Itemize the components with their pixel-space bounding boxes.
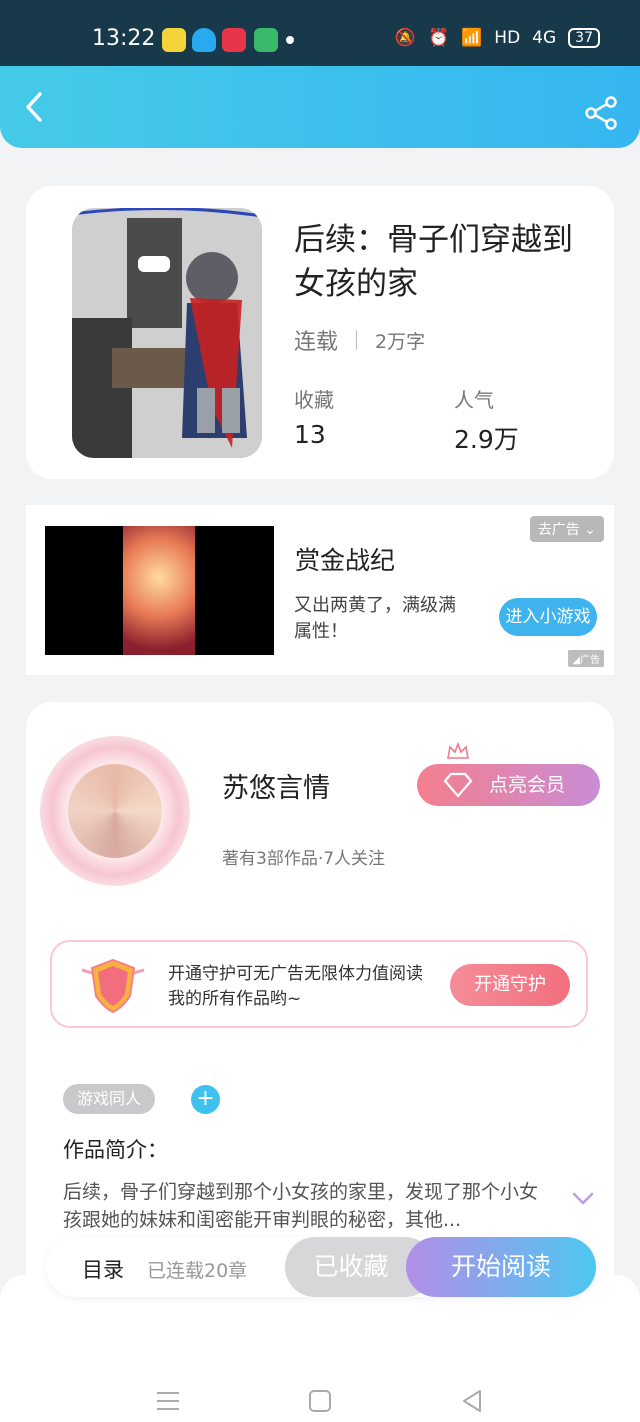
back-icon[interactable] [18,90,52,124]
network-hd-label: HD [494,28,521,48]
battery-icon: 37 [568,28,600,48]
ad-banner[interactable]: 去广告 ⌄ 赏金战纪 又出两黄了，满级满属性！ 进入小游戏 ◢广告 [26,505,614,675]
stat-popularity-value: 2.9万 [454,425,519,454]
book-cover-image[interactable] [72,208,262,458]
qq-icon [192,28,216,52]
activate-vip-button[interactable]: 点亮会员 [417,742,600,806]
remove-ad-label: 去广告 [537,522,580,538]
ad-title: 赏金战纪 [295,546,396,575]
crown-icon [447,742,469,759]
remove-ad-button[interactable]: 去广告 ⌄ [529,516,604,542]
home-nav-icon[interactable] [306,1387,334,1415]
cover-illustration [72,208,262,458]
book-title: 后续：骨子们穿越到女孩的家 [294,222,573,302]
ad-tag-text: 广告 [580,655,600,666]
genre-tag[interactable]: 游戏同人 [63,1084,156,1114]
stat-favorites-value: 13 [294,420,326,449]
guard-banner[interactable]: 开通守护可无广告无限体力值阅读我的所有作品哟~ 开通守护 [50,940,588,1028]
author-avatar[interactable] [40,736,190,886]
guard-description: 开通守护可无广告无限体力值阅读我的所有作品哟~ [168,964,423,1009]
system-nav-bar [0,1275,640,1422]
book-word-count: 2万字 [375,330,426,353]
author-meta: 著有3部作品·7人关注 [222,849,386,869]
diamond-icon [443,772,473,798]
vip-button-label: 点亮会员 [489,774,566,796]
ad-label-tag: ◢广告 [568,650,604,667]
ad-logo-icon: ◢ [572,655,580,666]
avatar-image [68,764,162,858]
signal-label: 4G [532,28,557,48]
menu-nav-icon[interactable] [154,1387,182,1415]
share-icon[interactable] [584,96,618,130]
ad-video-frame [123,526,195,655]
status-bar: 13:22 🔕 ⏰ 📶 HD 4G 37 [0,0,640,72]
stat-favorites-label: 收藏 [294,388,334,412]
wechat-icon [162,28,186,52]
wifi-icon: 📶 [461,28,483,48]
book-info-card: 后续：骨子们穿越到女孩的家 连载 2万字 收藏 13 人气 2.9万 [26,186,614,479]
ad-video[interactable] [45,526,274,655]
stat-popularity-label: 人气 [454,388,494,412]
add-tag-icon[interactable]: + [191,1085,220,1114]
intro-text: 后续，骨子们穿越到那个小女孩的家里，发现了那个小女孩跟她的妹妹和闺密能开审判眼的… [63,1181,539,1231]
book-status: 连载 [294,330,339,355]
activate-guard-button[interactable]: 开通守护 [450,964,570,1006]
chevron-down-icon: ⌄ [584,522,596,538]
alarm-icon: ⏰ [427,28,450,48]
enter-minigame-button[interactable]: 进入小游戏 [499,598,597,636]
intro-heading: 作品简介： [63,1138,168,1162]
header-bar [0,66,640,148]
mute-icon: 🔕 [394,28,416,48]
status-time: 13:22 [92,26,156,51]
book-meta: 连载 2万字 [294,324,425,356]
guard-shield-icon [81,958,145,1014]
start-reading-button[interactable]: 开始阅读 [406,1237,596,1297]
video-app-icon [222,28,246,52]
bottom-action-bar: 目录 已连载20章 已收藏 开始阅读 [46,1237,596,1297]
toc-button[interactable]: 目录 [82,1254,124,1284]
notification-dot-icon [286,36,294,44]
green-app-icon [254,28,278,52]
chapter-count: 已连载20章 [147,1260,248,1282]
meta-divider [356,330,358,350]
back-nav-icon[interactable] [458,1387,486,1415]
expand-chevron-icon[interactable] [572,1192,594,1206]
ad-description: 又出两黄了，满级满属性！ [294,595,456,642]
author-name[interactable]: 苏悠言情 [222,766,330,805]
